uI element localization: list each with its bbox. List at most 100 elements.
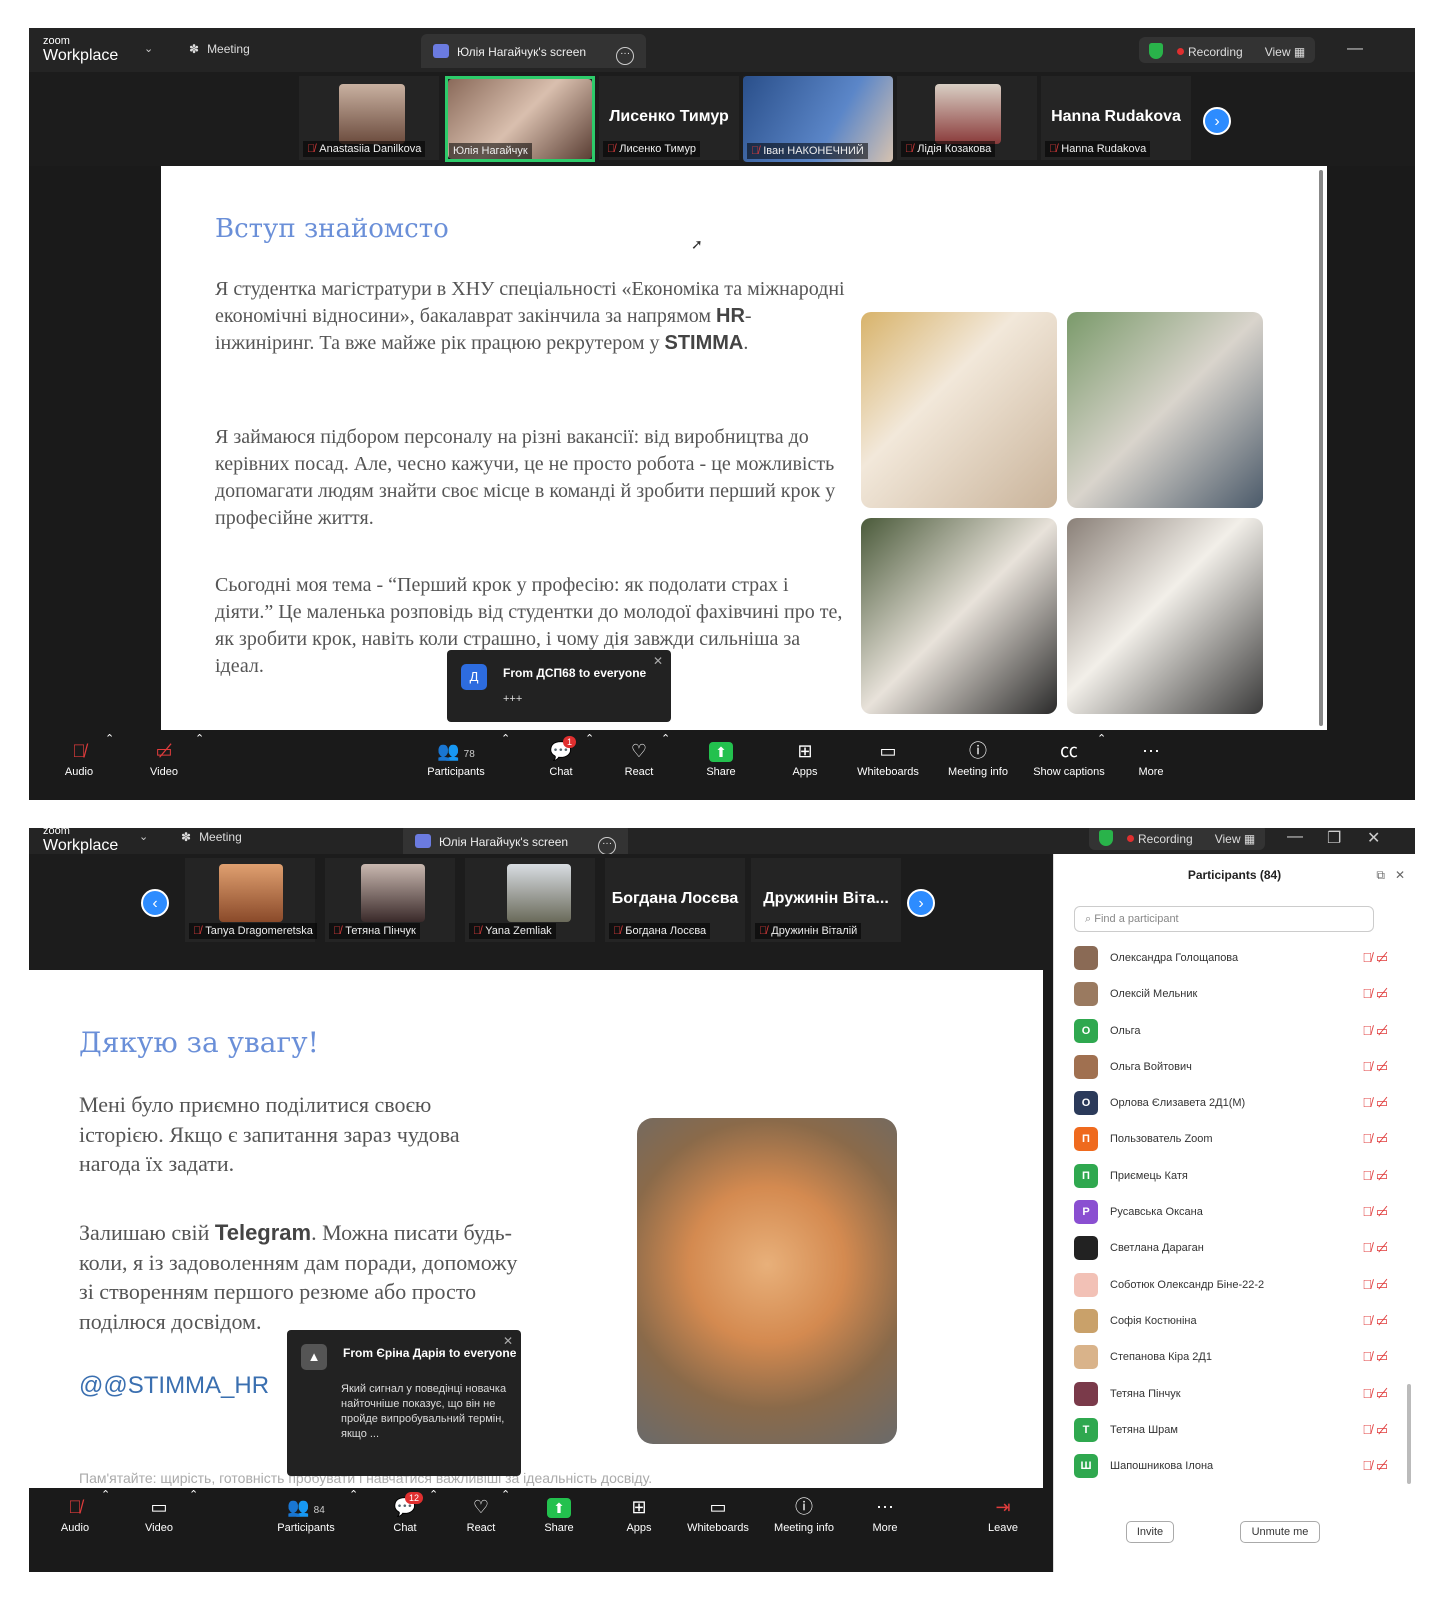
meeting-menu[interactable]: ✽ Meeting: [181, 830, 242, 844]
chevron-up-icon[interactable]: ⌃: [1097, 732, 1106, 800]
list-item[interactable]: Светлана Дараган 🎙̸ ▭̸: [1074, 1230, 1394, 1266]
participants-button[interactable]: 👥 84 Participants: [271, 1488, 341, 1572]
view-label[interactable]: View: [1215, 832, 1241, 846]
chevron-down-icon[interactable]: ⌄: [139, 830, 148, 843]
mic-video-muted-icon: 🎙̸ ▭̸: [1362, 1276, 1388, 1292]
share-button[interactable]: ⬆ Share: [701, 732, 741, 800]
minimize-icon[interactable]: —: [1347, 40, 1363, 58]
participant-tile-active-speaker[interactable]: Юлія Нагайчук: [445, 76, 595, 162]
view-label[interactable]: View: [1265, 45, 1291, 59]
recording-status[interactable]: Recording View ▦: [1139, 37, 1316, 63]
participant-tile[interactable]: 🎙̸ Лідія Козакова: [897, 76, 1037, 160]
participant-tile[interactable]: 🎙̸ Тетяна Пінчук: [325, 858, 455, 942]
audio-button[interactable]: 🎙̸ Audio: [59, 732, 99, 800]
cursor-icon: ➚: [691, 236, 703, 252]
chevron-up-icon[interactable]: ⌃: [105, 732, 114, 800]
list-item[interactable]: Олександра Голощапова 🎙̸ ▭̸: [1074, 940, 1394, 976]
list-scrollbar[interactable]: [1407, 1384, 1411, 1484]
list-item[interactable]: О Орлова Єлизавета 2Д1(М) 🎙̸ ▭̸: [1074, 1085, 1394, 1121]
chevron-up-icon[interactable]: ⌃: [661, 732, 670, 800]
participant-tile[interactable]: 🎙̸ Іван НАКОНЕЧНИЙ: [743, 76, 893, 162]
audio-button[interactable]: 🎙̸ Audio: [55, 1488, 95, 1572]
chevron-up-icon[interactable]: ⌃: [501, 732, 510, 800]
meeting-toolbar: 🎙̸ Audio ⌃ ▭̸ Video ⌃ 👥 78 Participants ⌃ 💬 1…: [29, 732, 1415, 800]
close-icon[interactable]: ✕: [503, 1334, 513, 1348]
telegram-handle[interactable]: @@STIMMA_HR: [79, 1372, 269, 1400]
photo-standing: [861, 518, 1057, 714]
minimize-icon[interactable]: —: [1287, 828, 1303, 846]
recording-status[interactable]: Recording View ▦: [1089, 828, 1266, 850]
chat-button[interactable]: 💬 1 Chat: [541, 732, 581, 800]
participant-tile[interactable]: Богдана Лосєва 🎙̸ Богдана Лосєва: [605, 858, 745, 942]
slide-paragraph-2: Залишаю свій Telegram. Можна писати будь…: [79, 1220, 518, 1335]
participant-tile[interactable]: 🎙̸ Tanya Dragomeretska: [185, 858, 317, 942]
list-item[interactable]: П Приємець Катя 🎙̸ ▭̸: [1074, 1158, 1394, 1194]
share-button[interactable]: ⬆ Share: [539, 1488, 579, 1572]
invite-button[interactable]: Invite: [1126, 1521, 1174, 1543]
list-item[interactable]: Т Тетяна Шрам 🎙̸ ▭̸: [1074, 1412, 1394, 1448]
more-options-icon[interactable]: ···: [598, 837, 617, 855]
avatar: П: [1074, 1127, 1098, 1152]
close-window-icon[interactable]: ✕: [1367, 828, 1380, 848]
show-captions-button[interactable]: ㏄ Show captions: [1031, 732, 1107, 800]
meeting-info-button[interactable]: ⓘ Meeting info: [771, 1488, 837, 1572]
list-item[interactable]: Степанова Кіра 2Д1 🎙̸ ▭̸: [1074, 1339, 1394, 1375]
participants-button[interactable]: 👥 78 Participants: [421, 732, 491, 800]
chevron-up-icon[interactable]: ⌃: [429, 1488, 438, 1572]
meeting-menu[interactable]: ✽ Meeting: [189, 42, 250, 56]
close-icon[interactable]: ✕: [653, 654, 663, 668]
whiteboards-button[interactable]: ▭ Whiteboards: [683, 1488, 753, 1572]
leave-button[interactable]: ⇥ Leave: [983, 1488, 1023, 1572]
next-page-icon[interactable]: ›: [907, 889, 935, 917]
apps-button[interactable]: ⊞ Apps: [619, 1488, 659, 1572]
chevron-up-icon[interactable]: ⌃: [501, 1488, 510, 1572]
react-button[interactable]: ♡ React: [461, 1488, 501, 1572]
more-button[interactable]: ⋯ More: [865, 1488, 905, 1572]
close-icon[interactable]: ✕: [1395, 868, 1405, 882]
react-button[interactable]: ♡ React: [619, 732, 659, 800]
avatar: [1074, 982, 1098, 1007]
participant-tile[interactable]: Hanna Rudakova 🎙̸ Hanna Rudakova: [1041, 76, 1191, 160]
avatar: П: [1074, 1163, 1098, 1188]
search-input[interactable]: ⌕ Find a participant: [1074, 906, 1374, 932]
apps-button[interactable]: ⊞ Apps: [785, 732, 825, 800]
chevron-up-icon[interactable]: ⌃: [101, 1488, 110, 1572]
pop-out-icon[interactable]: ⧉: [1376, 868, 1385, 883]
unmute-me-button[interactable]: Unmute me: [1240, 1521, 1320, 1543]
next-page-icon[interactable]: ›: [1203, 107, 1231, 135]
list-item[interactable]: Олексій Мельник 🎙̸ ▭̸: [1074, 976, 1394, 1012]
participant-tile[interactable]: Лисенко Тимур 🎙̸ Лисенко Тимур: [599, 76, 739, 160]
list-item[interactable]: Ш Шапошникова Ілона 🎙̸ ▭̸: [1074, 1448, 1394, 1484]
chat-notification[interactable]: Д From ДСП68 to everyone ✕ +++: [447, 650, 671, 722]
list-item[interactable]: О Ольга 🎙̸ ▭̸: [1074, 1013, 1394, 1049]
list-item[interactable]: Софія Костюніна 🎙̸ ▭̸: [1074, 1303, 1394, 1339]
previous-page-icon[interactable]: ‹: [141, 889, 169, 917]
participant-tile[interactable]: Дружинін Віта... 🎙̸ Дружинін Віталій: [751, 858, 901, 942]
restore-icon[interactable]: ❐: [1327, 828, 1341, 848]
whiteboards-button[interactable]: ▭ Whiteboards: [853, 732, 923, 800]
slide-scrollbar[interactable]: [1319, 170, 1323, 726]
chevron-up-icon[interactable]: ⌃: [585, 732, 594, 800]
more-button[interactable]: ⋯ More: [1131, 732, 1171, 800]
more-options-icon[interactable]: ···: [616, 47, 635, 65]
meeting-info-button[interactable]: ⓘ Meeting info: [943, 732, 1013, 800]
video-button[interactable]: ▭̸ Video: [144, 732, 184, 800]
chevron-up-icon[interactable]: ⌃: [189, 1488, 198, 1572]
screen-share-tab[interactable]: Юлія Нагайчук's screen ···: [421, 34, 647, 68]
list-item[interactable]: Тетяна Пінчук 🎙̸ ▭̸: [1074, 1376, 1394, 1412]
list-item[interactable]: Р Русавська Оксана 🎙̸ ▭̸: [1074, 1194, 1394, 1230]
participant-tile[interactable]: 🎙̸ Anastasiia Danilkova: [299, 76, 439, 160]
mic-muted-icon: 🎙̸: [307, 143, 316, 155]
chat-button[interactable]: 💬 12 Chat: [385, 1488, 425, 1572]
chevron-up-icon[interactable]: ⌃: [349, 1488, 358, 1572]
participant-tile[interactable]: 🎙̸ Yana Zemliak: [465, 858, 595, 942]
list-item[interactable]: Ольга Войтович 🎙̸ ▭̸: [1074, 1049, 1394, 1085]
chevron-down-icon[interactable]: ⌄: [144, 42, 153, 55]
list-item[interactable]: П Пользователь Zoom 🎙̸ ▭̸: [1074, 1121, 1394, 1157]
video-button[interactable]: ▭ Video: [139, 1488, 179, 1572]
shield-icon: [1099, 830, 1113, 846]
chat-notification[interactable]: ▲ From Єріна Дарія to everyone ✕ Який си…: [287, 1330, 521, 1476]
chevron-up-icon[interactable]: ⌃: [195, 732, 204, 800]
list-item[interactable]: Соботюк Олександр Біне-22-2 🎙̸ ▭̸: [1074, 1267, 1394, 1303]
participant-name: Тетяна Шрам: [1110, 1423, 1178, 1436]
